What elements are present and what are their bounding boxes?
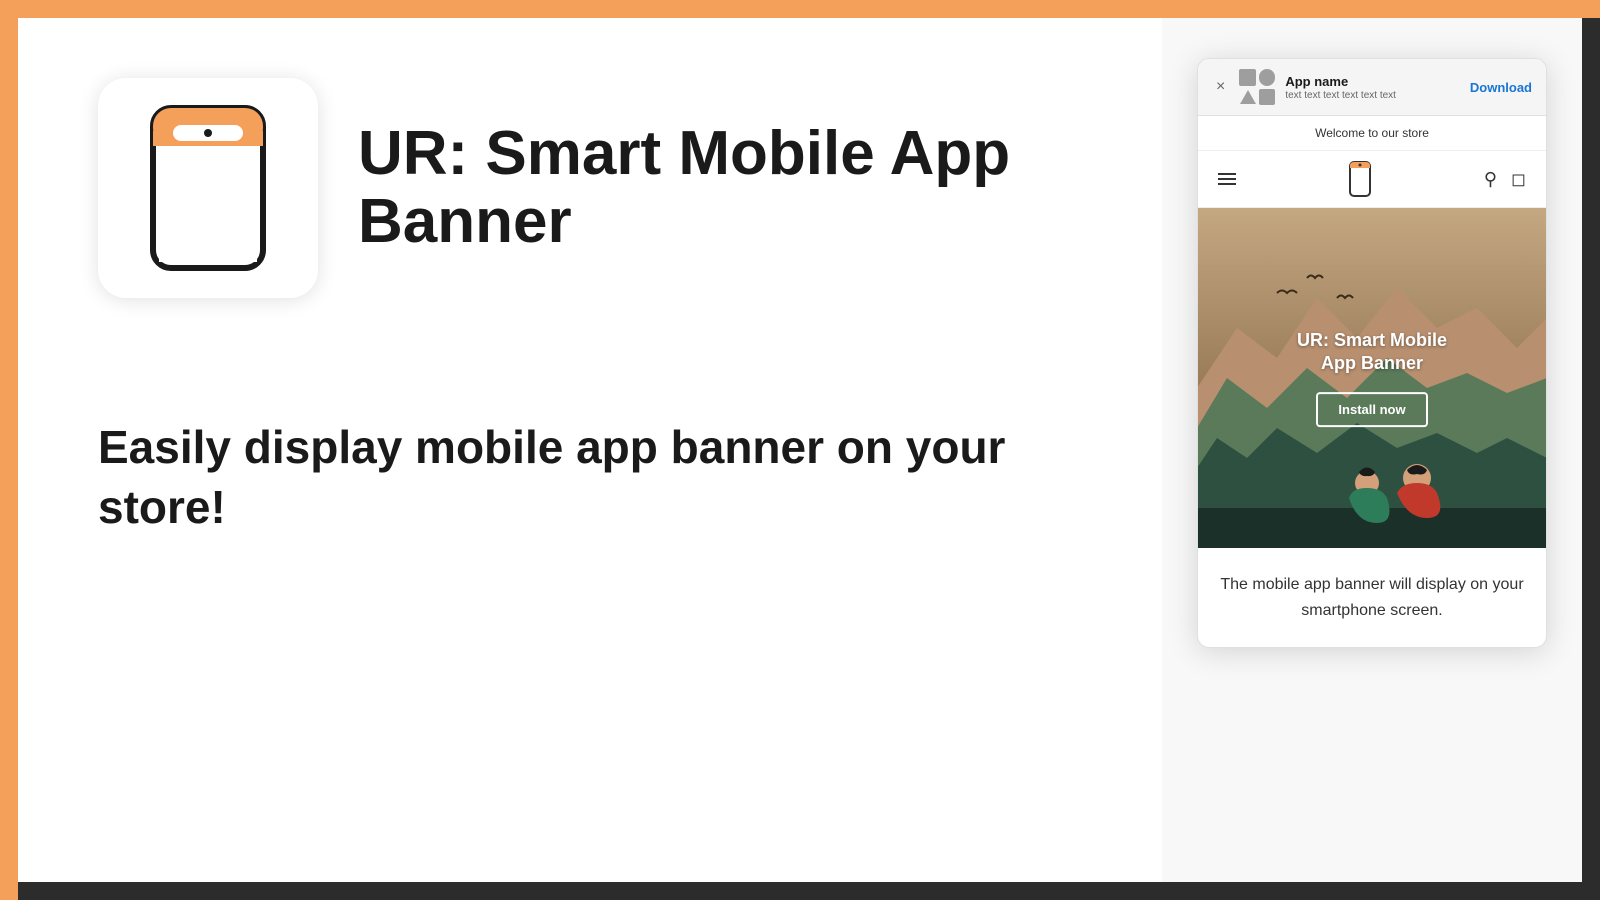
hamburger-menu[interactable] xyxy=(1218,173,1236,185)
logo-rect xyxy=(1259,89,1276,106)
app-title: UR: Smart Mobile App Banner xyxy=(358,120,1102,256)
tagline: Easily display mobile app banner on your… xyxy=(98,418,1102,538)
cart-icon[interactable]: ◻ xyxy=(1511,169,1526,190)
logo-triangle xyxy=(1240,90,1256,104)
app-logo-grid xyxy=(1239,69,1275,105)
app-icon-box xyxy=(98,78,318,298)
top-orange-bar xyxy=(0,0,1600,18)
store-welcome: Welcome to our store xyxy=(1198,116,1546,151)
hamburger-line-2 xyxy=(1218,178,1236,180)
app-name: App name xyxy=(1285,74,1460,89)
logo-circle xyxy=(1259,69,1276,86)
hero-overlay: UR: Smart Mobile App Banner Install now xyxy=(1285,329,1459,427)
download-button[interactable]: Download xyxy=(1470,80,1532,95)
app-banner-notification: × App name text text text text text text xyxy=(1198,59,1546,116)
install-now-button[interactable]: Install now xyxy=(1316,392,1427,427)
hero-banner: UR: Smart Mobile App Banner Install now xyxy=(1198,208,1546,548)
store-nav: ⚲ ◻ xyxy=(1198,151,1546,208)
phone-icon xyxy=(143,103,273,273)
close-button[interactable]: × xyxy=(1212,76,1229,98)
left-panel: UR: Smart Mobile App Banner Easily displ… xyxy=(18,18,1162,882)
app-desc: text text text text text text xyxy=(1285,90,1460,101)
app-info: App name text text text text text text xyxy=(1285,74,1460,101)
hero-title: UR: Smart Mobile App Banner xyxy=(1285,329,1459,376)
bottom-dark-bar xyxy=(0,882,1600,900)
phone-mockup: × App name text text text text text text xyxy=(1197,58,1547,648)
store-description: The mobile app banner will display on yo… xyxy=(1198,548,1546,647)
right-panel: × App name text text text text text text xyxy=(1162,18,1582,882)
search-icon[interactable]: ⚲ xyxy=(1484,169,1497,190)
outer-frame: UR: Smart Mobile App Banner Easily displ… xyxy=(0,0,1600,900)
hamburger-line-3 xyxy=(1218,183,1236,185)
left-orange-bar xyxy=(0,0,18,900)
app-icon-section: UR: Smart Mobile App Banner xyxy=(98,78,1102,298)
hamburger-line-1 xyxy=(1218,173,1236,175)
nav-phone-icon xyxy=(1349,161,1371,197)
main-content: UR: Smart Mobile App Banner Easily displ… xyxy=(18,18,1582,882)
logo-square xyxy=(1239,69,1256,86)
